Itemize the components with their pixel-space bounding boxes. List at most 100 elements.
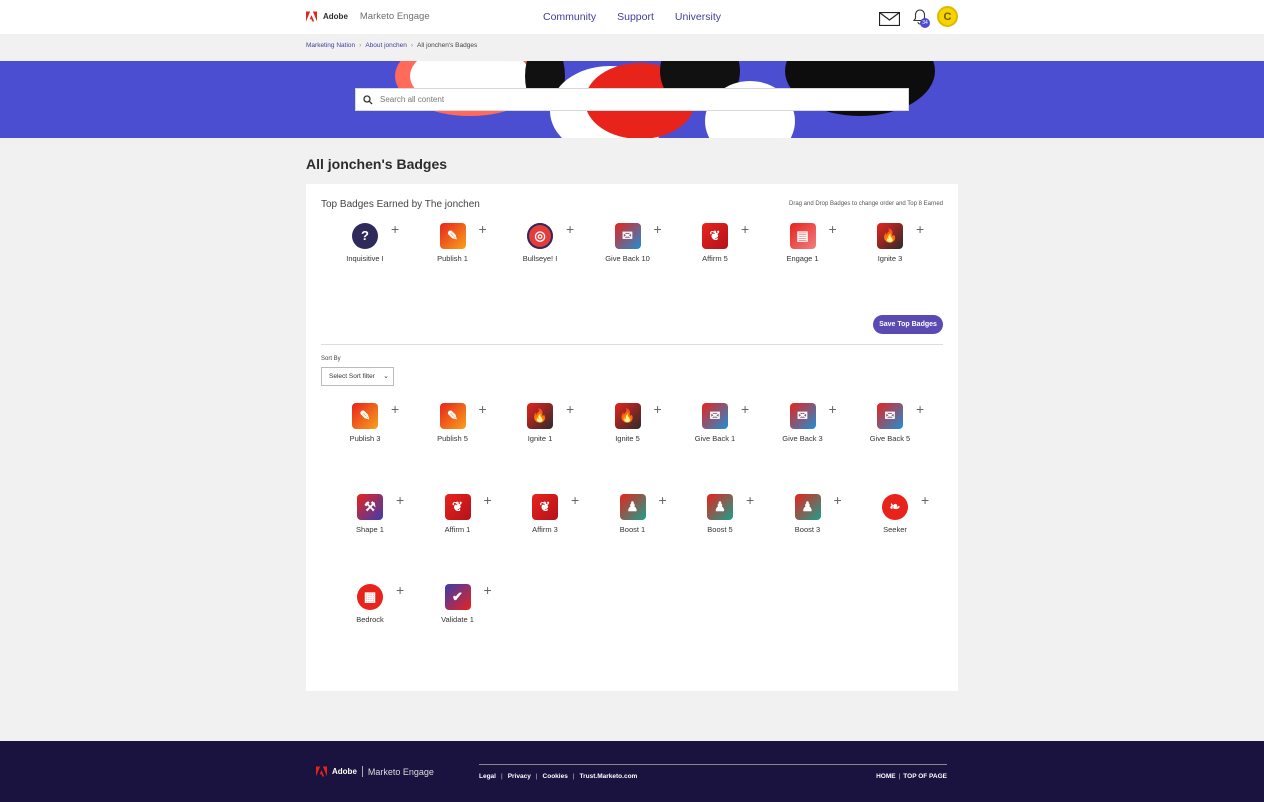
- adobe-logo-icon: [316, 766, 327, 777]
- badge-label: Affirm 5: [702, 254, 728, 263]
- header-icons: 34 C: [879, 6, 958, 28]
- mail-icon[interactable]: [879, 11, 900, 26]
- badge-boost-1[interactable]: ♟ Boost 1 +: [598, 493, 668, 534]
- badge-label: Affirm 1: [444, 524, 471, 534]
- add-to-top-badges-icon[interactable]: +: [391, 402, 399, 416]
- breadcrumb-about-jonchen[interactable]: About jonchen: [365, 42, 407, 49]
- badge-boost-3[interactable]: ♟ Boost 3 +: [773, 493, 843, 534]
- badge-bedrock[interactable]: ▦ Bedrock +: [335, 583, 405, 624]
- badge-affirm-3-icon: ❦: [532, 493, 558, 520]
- badge-affirm-1[interactable]: ❦ Affirm 1 +: [423, 493, 493, 534]
- top-nav: Community Support University: [543, 11, 742, 23]
- sort-select[interactable]: Select Sort filter ⌄: [321, 367, 394, 386]
- footer-link-top-of-page[interactable]: TOP OF PAGE: [903, 773, 947, 780]
- breadcrumb-marketing-nation[interactable]: Marketing Nation: [306, 42, 355, 49]
- badge-engage-1-icon: ▤: [789, 223, 816, 249]
- badge-ignite-3[interactable]: 🔥 Ignite 3 +: [855, 222, 925, 263]
- search-icon: [363, 94, 373, 104]
- add-to-top-badges-icon[interactable]: +: [396, 493, 404, 507]
- nav-community[interactable]: Community: [543, 11, 596, 23]
- badge-publish-5[interactable]: ✎ Publish 5 +: [418, 402, 488, 443]
- notifications-button[interactable]: 34: [912, 8, 930, 28]
- badge-boost-5[interactable]: ♟ Boost 5 +: [685, 493, 755, 534]
- badge-give-back-3[interactable]: ✉ Give Back 3 +: [768, 402, 838, 443]
- badge-inquisitive-i[interactable]: ? Inquisitive I +: [330, 222, 400, 263]
- badge-label: Validate 1: [441, 615, 474, 624]
- badge-publish-3[interactable]: ✎ Publish 3 +: [330, 402, 400, 443]
- add-to-top-badges-icon[interactable]: +: [746, 493, 754, 507]
- footer-link-home[interactable]: HOME: [876, 773, 896, 780]
- drag-hint: Drag and Drop Badges to change order and…: [789, 201, 943, 207]
- brand-name: Adobe: [323, 12, 348, 21]
- add-to-top-badges-icon[interactable]: +: [916, 222, 924, 236]
- adobe-logo-icon: [306, 11, 317, 22]
- badge-engage-1[interactable]: ▤ Engage 1 +: [768, 222, 838, 263]
- footer-right-links: HOME | TOP OF PAGE: [876, 773, 947, 780]
- add-to-top-badges-icon[interactable]: +: [654, 222, 662, 236]
- badge-give-back-5-icon: ✉: [877, 403, 903, 429]
- badge-bullseye-i[interactable]: ◎ Bullseye! I +: [505, 222, 575, 263]
- footer-link-legal[interactable]: Legal: [479, 773, 496, 780]
- add-to-top-badges-icon[interactable]: +: [566, 402, 574, 416]
- footer-link-privacy[interactable]: Privacy: [508, 773, 531, 780]
- footer-brand[interactable]: Adobe Marketo Engage: [316, 766, 434, 777]
- page-title: All jonchen's Badges: [306, 156, 448, 172]
- add-to-top-badges-icon[interactable]: +: [916, 402, 924, 416]
- badge-label: Give Back 5: [869, 434, 911, 443]
- search-input[interactable]: [380, 95, 880, 104]
- add-to-top-badges-icon[interactable]: +: [829, 222, 837, 236]
- site-footer: Adobe Marketo Engage Legal | Privacy | C…: [0, 741, 1264, 802]
- badge-ignite-5-icon: 🔥: [614, 403, 641, 429]
- add-to-top-badges-icon[interactable]: +: [479, 402, 487, 416]
- footer-brand-name: Adobe: [332, 767, 357, 776]
- user-avatar[interactable]: C: [937, 6, 958, 27]
- nav-university[interactable]: University: [675, 11, 721, 23]
- add-to-top-badges-icon[interactable]: +: [741, 222, 749, 236]
- badge-publish-5-icon: ✎: [439, 403, 466, 429]
- badges-card: Top Badges Earned by The jonchen Drag an…: [306, 184, 958, 691]
- badge-give-back-5[interactable]: ✉ Give Back 5 +: [855, 402, 925, 443]
- badge-bullseye-i-icon: ◎: [527, 223, 553, 249]
- add-to-top-badges-icon[interactable]: +: [391, 222, 399, 236]
- badge-affirm-3[interactable]: ❦ Affirm 3 +: [510, 493, 580, 534]
- add-to-top-badges-icon[interactable]: +: [654, 402, 662, 416]
- add-to-top-badges-icon[interactable]: +: [484, 583, 492, 597]
- badge-publish-1[interactable]: ✎ Publish 1 +: [418, 222, 488, 263]
- badge-shape-1[interactable]: ⚒ Shape 1 +: [335, 493, 405, 534]
- sort-label: Sort By: [321, 356, 341, 362]
- badge-label: Ignite 5: [615, 434, 640, 443]
- breadcrumb-separator: ›: [359, 42, 362, 49]
- badge-give-back-10[interactable]: ✉ Give Back 10 +: [593, 222, 663, 263]
- badge-ignite-1[interactable]: 🔥 Ignite 1 +: [505, 402, 575, 443]
- footer-link-trust[interactable]: Trust.Marketo.com: [580, 773, 638, 780]
- add-to-top-badges-icon[interactable]: +: [396, 583, 404, 597]
- add-to-top-badges-icon[interactable]: +: [834, 493, 842, 507]
- footer-separator: |: [535, 773, 538, 780]
- badge-bedrock-icon: ▦: [357, 584, 383, 610]
- add-to-top-badges-icon[interactable]: +: [484, 493, 492, 507]
- brand-logo[interactable]: Adobe Marketo Engage: [306, 11, 430, 22]
- badge-give-back-1-icon: ✉: [702, 403, 728, 429]
- add-to-top-badges-icon[interactable]: +: [741, 402, 749, 416]
- save-top-badges-button[interactable]: Save Top Badges: [873, 315, 943, 334]
- add-to-top-badges-icon[interactable]: +: [479, 222, 487, 236]
- badge-label: Publish 3: [349, 434, 381, 443]
- badge-affirm-5[interactable]: ❦ Affirm 5 +: [680, 222, 750, 263]
- add-to-top-badges-icon[interactable]: +: [571, 493, 579, 507]
- add-to-top-badges-icon[interactable]: +: [566, 222, 574, 236]
- badge-validate-1[interactable]: ✔ Validate 1 +: [423, 583, 493, 624]
- nav-support[interactable]: Support: [617, 11, 654, 23]
- badge-label: Publish 5: [437, 434, 468, 443]
- search-box[interactable]: [355, 88, 909, 111]
- notification-count-badge: 34: [920, 17, 930, 28]
- badge-give-back-1[interactable]: ✉ Give Back 1 +: [680, 402, 750, 443]
- badge-ignite-5[interactable]: 🔥 Ignite 5 +: [593, 402, 663, 443]
- footer-links: Legal | Privacy | Cookies | Trust.Market…: [479, 773, 637, 780]
- footer-link-cookies[interactable]: Cookies: [543, 773, 568, 780]
- add-to-top-badges-icon[interactable]: +: [659, 493, 667, 507]
- site-header: Adobe Marketo Engage Community Support U…: [0, 0, 1264, 34]
- badge-boost-1-icon: ♟: [619, 493, 646, 520]
- add-to-top-badges-icon[interactable]: +: [921, 493, 929, 507]
- badge-seeker[interactable]: ❧ Seeker +: [860, 493, 930, 534]
- add-to-top-badges-icon[interactable]: +: [829, 402, 837, 416]
